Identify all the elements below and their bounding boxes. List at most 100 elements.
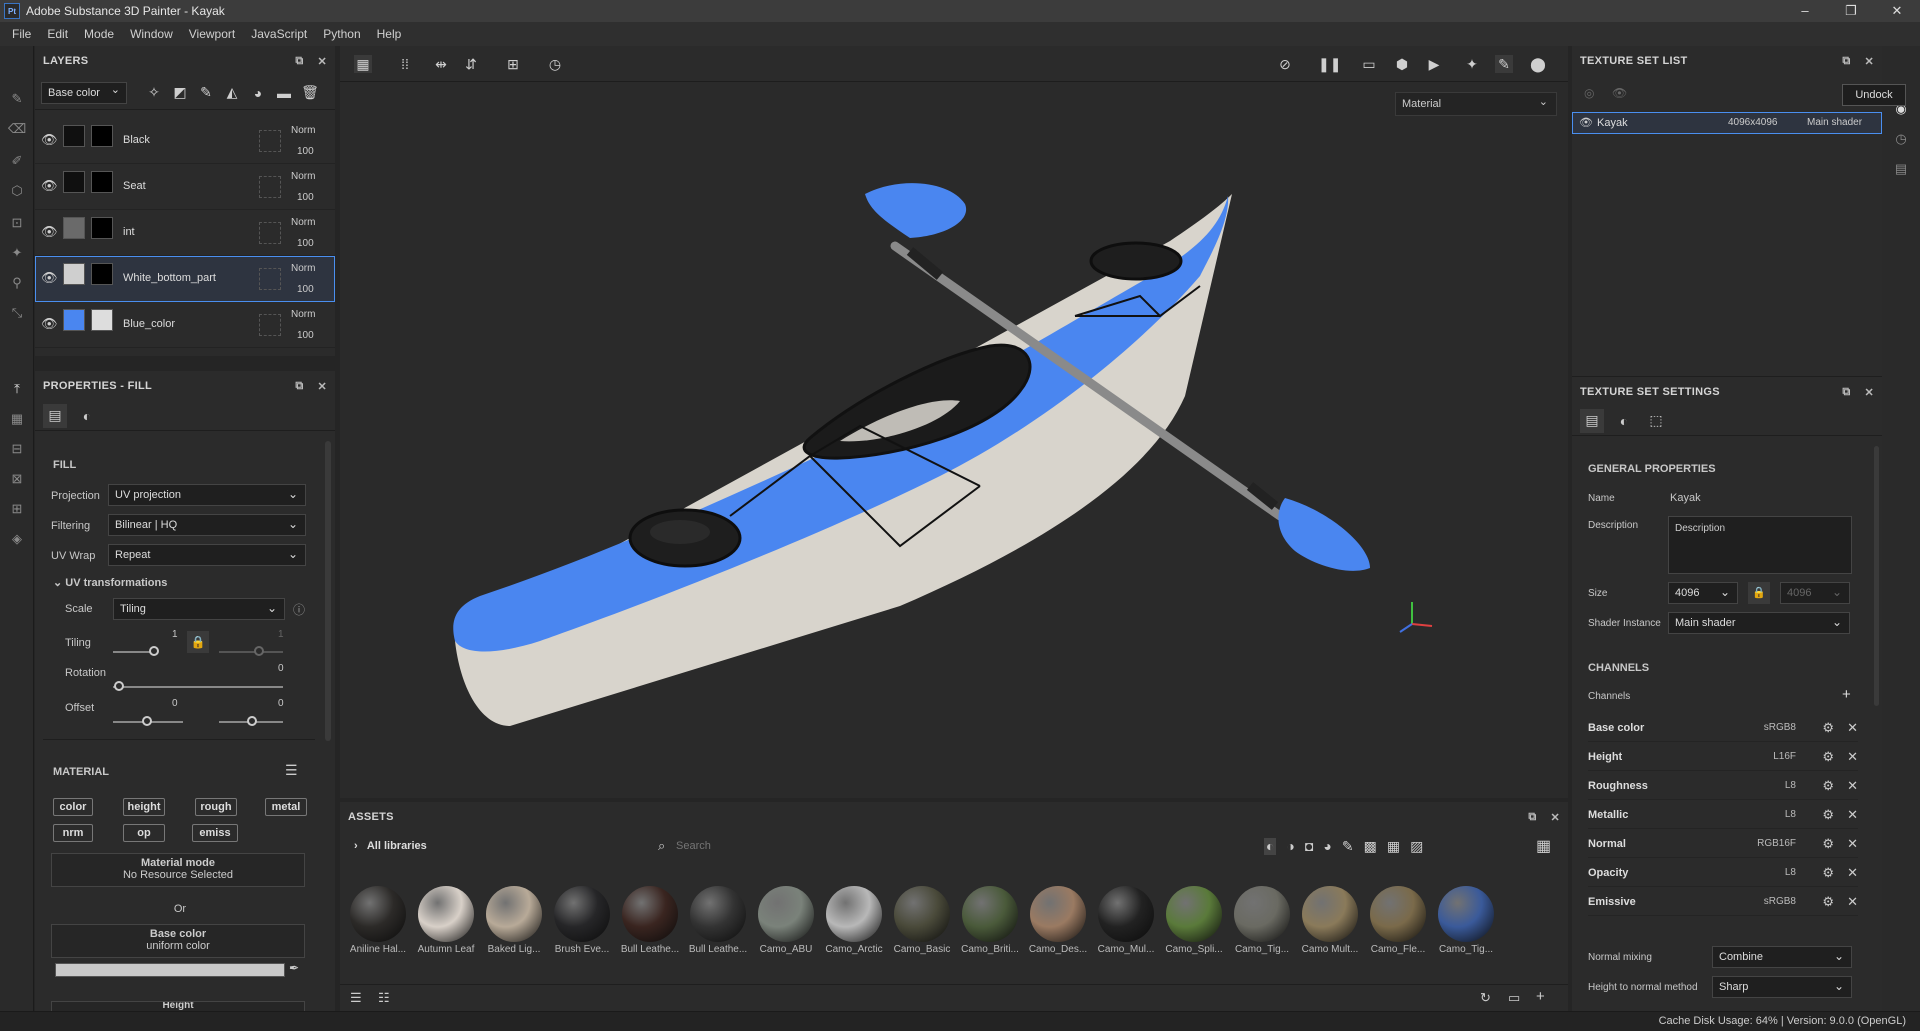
channel-settings-icon[interactable]: ⚙ [1822, 894, 1834, 910]
menu-edit[interactable]: Edit [39, 27, 76, 41]
close-panel-icon[interactable]: ✕ [317, 55, 327, 68]
channel-settings-icon[interactable]: ⚙ [1822, 749, 1834, 765]
cube-icon[interactable]: ⬢ [1393, 55, 1411, 73]
tiling-u-knob[interactable] [149, 646, 159, 656]
new-folder-icon[interactable]: ▭ [1508, 990, 1520, 1006]
channel-format[interactable]: L16F [1773, 751, 1796, 762]
height-slot[interactable]: Height [51, 1001, 305, 1011]
material-filter-icon[interactable]: ◐ [1264, 838, 1277, 855]
asset-item[interactable]: Camo_Briti... [960, 886, 1020, 955]
history-icon[interactable]: ◷ [546, 55, 564, 73]
channel-select[interactable]: Base color [41, 81, 127, 104]
shader-instance-select[interactable]: Main shader [1668, 612, 1850, 634]
offset-u-value[interactable]: 0 [172, 698, 178, 709]
asset-item[interactable]: Camo_Basic [892, 886, 952, 955]
asset-item[interactable]: Brush Eve... [552, 886, 612, 955]
effect-slot[interactable] [259, 176, 281, 198]
rotation-slider[interactable] [113, 686, 283, 688]
close-panel-icon[interactable]: ✕ [1864, 55, 1874, 68]
eye-icon[interactable]: 👁 [1579, 116, 1593, 129]
layer-row[interactable]: 👁 int Norm 100 [35, 210, 335, 256]
close-panel-icon[interactable]: ✕ [317, 380, 327, 393]
effect-slot[interactable] [259, 268, 281, 290]
base-color-slot[interactable]: Base color uniform color [51, 924, 305, 958]
channel-format[interactable]: sRGB8 [1764, 896, 1796, 907]
hide-ui-icon[interactable]: ⊘ [1276, 55, 1294, 73]
undock-icon[interactable]: ⧉ [1842, 386, 1850, 399]
shader-tab[interactable]: ◐ [1612, 409, 1636, 433]
menu-javascript[interactable]: JavaScript [243, 27, 315, 41]
scrollbar[interactable] [1874, 446, 1879, 706]
remove-channel-icon[interactable]: ✕ [1847, 865, 1858, 881]
material-mode-slot[interactable]: Material mode No Resource Selected [51, 853, 305, 887]
chip-color[interactable]: color [53, 798, 93, 816]
picker-icon[interactable]: ⚲ [8, 274, 26, 292]
eyedropper-icon[interactable]: ✒ [289, 961, 299, 975]
add-mask-icon[interactable]: ◩ [167, 84, 193, 101]
add-paint-layer-icon[interactable]: ✎ [193, 84, 219, 101]
asset-item[interactable]: Bull Leathe... [620, 886, 680, 955]
color-swatch[interactable] [55, 963, 285, 977]
channel-row[interactable]: Height L16F ⚙ ✕ [1588, 743, 1858, 771]
chip-nrm[interactable]: nrm [53, 824, 93, 842]
grid-size-icon[interactable]: ▦ [1536, 836, 1551, 856]
channel-row[interactable]: Emissive sRGB8 ⚙ ✕ [1588, 888, 1858, 916]
channel-row[interactable]: Roughness L8 ⚙ ✕ [1588, 772, 1858, 800]
asset-item[interactable]: Camo Mult... [1300, 886, 1360, 955]
tiling-view-icon[interactable]: ⁞⁞ [396, 55, 414, 73]
mask-filter-icon[interactable]: ◘ [1305, 838, 1313, 855]
camera-video-icon[interactable]: ▶ [1425, 55, 1443, 73]
asset-item[interactable]: Camo_ABU [756, 886, 816, 955]
menu-help[interactable]: Help [369, 27, 410, 41]
tiling-v-knob[interactable] [254, 646, 264, 656]
channel-format[interactable]: sRGB8 [1764, 722, 1796, 733]
layer-row[interactable]: 👁 Blue_color Norm 100 [35, 302, 335, 348]
channel-format[interactable]: L8 [1785, 809, 1796, 820]
effect-slot[interactable] [259, 130, 281, 152]
asset-item[interactable]: Camo_Spli... [1164, 886, 1224, 955]
layer-opacity[interactable]: 100 [297, 238, 314, 249]
normal-mixing-select[interactable]: Combine [1712, 946, 1852, 968]
paint-brush-icon[interactable]: ✎ [8, 90, 26, 108]
shelf-icon[interactable]: ⤒ [8, 380, 26, 398]
display-icon[interactable]: ⊟ [8, 440, 26, 458]
eraser-icon[interactable]: ⌫ [8, 120, 26, 138]
blend-mode[interactable]: Norm [291, 125, 315, 136]
minimize-button[interactable]: – [1782, 0, 1828, 22]
undock-icon[interactable]: ⧉ [295, 55, 303, 68]
filter-filter-icon[interactable]: ◕ [1323, 838, 1331, 855]
chip-emiss[interactable]: emiss [192, 824, 238, 842]
scale-select[interactable]: Tiling [113, 598, 285, 620]
geometry-fill-icon[interactable]: ⬡ [8, 182, 26, 200]
layer-opacity[interactable]: 100 [297, 146, 314, 157]
export-icon[interactable]: ⊞ [8, 500, 26, 518]
layer-row-selected[interactable]: 👁 White_bottom_part Norm 100 [35, 256, 335, 302]
hide-all-icon[interactable]: ◎ [1584, 86, 1594, 100]
details-view-icon[interactable]: ☷ [378, 990, 390, 1006]
channel-settings-icon[interactable]: ⚙ [1822, 720, 1834, 736]
chip-op[interactable]: op [123, 824, 165, 842]
menu-list-icon[interactable]: ☰ [285, 762, 298, 779]
menu-mode[interactable]: Mode [76, 27, 122, 41]
lock-icon[interactable]: 🔒 [187, 631, 209, 653]
asset-item[interactable]: Camo_Tig... [1436, 886, 1496, 955]
description-field[interactable]: Description [1668, 516, 1852, 574]
asset-item[interactable]: Bull Leathe... [688, 886, 748, 955]
pause-icon[interactable]: ❚❚ [1318, 55, 1341, 73]
blend-mode[interactable]: Norm [291, 217, 315, 228]
grid-filter-icon[interactable]: ▦ [1387, 838, 1400, 855]
screenshot-icon[interactable]: ⬤ [1529, 55, 1547, 73]
name-value[interactable]: Kayak [1670, 492, 1701, 504]
layers-stack-icon[interactable]: ◈ [8, 530, 26, 548]
blend-mode[interactable]: Norm [291, 263, 315, 274]
settings-tab[interactable]: ▤ [1580, 408, 1604, 433]
channel-row[interactable]: Metallic L8 ⚙ ✕ [1588, 801, 1858, 829]
library-selector[interactable]: › All libraries [354, 840, 427, 852]
fill-properties-tab[interactable]: ▤ [43, 403, 67, 428]
close-panel-icon[interactable]: ✕ [1550, 811, 1560, 824]
add-smart-material-icon[interactable]: ◕ [245, 85, 271, 101]
menu-file[interactable]: File [4, 27, 39, 41]
channel-settings-icon[interactable]: ⚙ [1822, 865, 1834, 881]
delete-layer-icon[interactable]: 🗑 [297, 84, 323, 101]
asset-item[interactable]: Autumn Leaf [416, 886, 476, 955]
